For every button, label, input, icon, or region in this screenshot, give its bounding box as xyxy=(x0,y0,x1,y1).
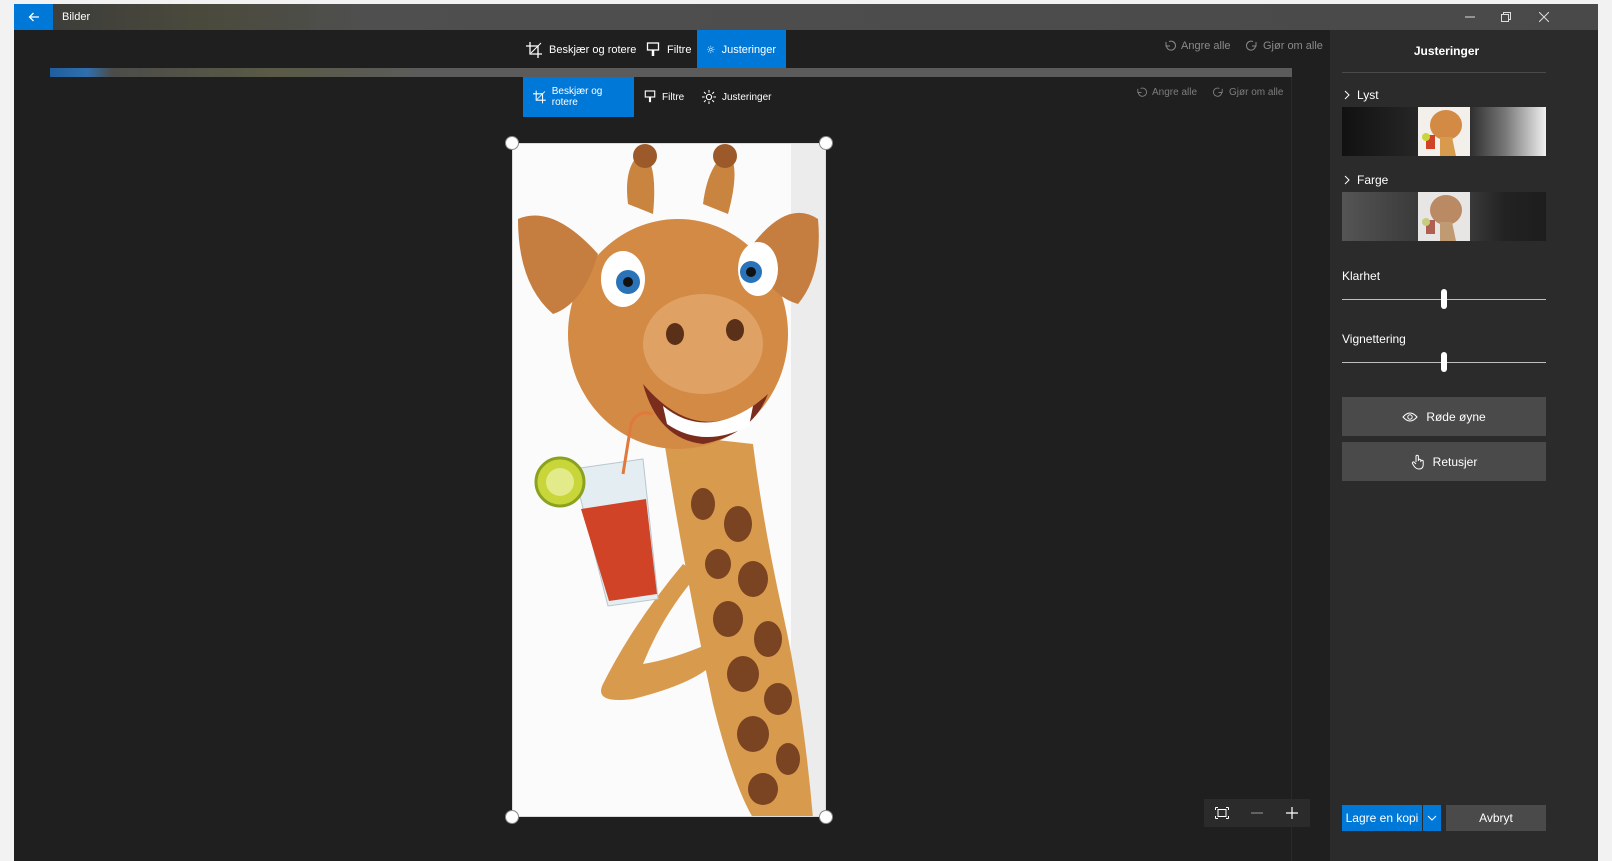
save-copy-button[interactable]: Lagre en kopi xyxy=(1342,805,1422,831)
filter-brush-icon xyxy=(644,90,656,103)
adjustments-panel: Justeringer Lyst Farge Klarhet Vignetter… xyxy=(1330,30,1598,861)
sun-icon xyxy=(707,45,715,54)
zoom-in-icon[interactable] xyxy=(1285,806,1299,820)
color-section-toggle[interactable]: Farge xyxy=(1344,173,1388,187)
fit-to-window-icon[interactable] xyxy=(1214,807,1229,819)
minimize-icon xyxy=(1465,16,1475,18)
redo-icon xyxy=(1246,40,1257,51)
zoom-out-icon[interactable] xyxy=(1250,806,1264,820)
red-eye-button[interactable]: Røde øyne xyxy=(1342,397,1546,436)
inner-undo-all: Angre alle xyxy=(1136,87,1197,98)
inner-redo-all-label: Gjør om alle xyxy=(1229,87,1284,98)
color-label: Farge xyxy=(1357,173,1389,187)
inner-filters-label: Filtre xyxy=(662,91,685,103)
filters-button[interactable]: Filtre xyxy=(636,30,701,69)
redo-icon xyxy=(1213,87,1223,97)
inner-filters-button: Filtre xyxy=(634,77,694,117)
retouch-label: Retusjer xyxy=(1432,454,1478,469)
sun-icon xyxy=(702,90,716,104)
close-button[interactable] xyxy=(1526,4,1562,30)
chevron-right-icon xyxy=(1344,175,1350,185)
adjustments-label: Justeringer xyxy=(721,43,776,56)
light-preview-thumbnail xyxy=(1418,107,1470,156)
crop-icon xyxy=(533,90,546,104)
crop-rotate-button[interactable]: Beskjær og rotere xyxy=(516,30,646,69)
edited-photo[interactable] xyxy=(512,143,826,817)
chevron-down-icon xyxy=(1427,815,1437,821)
crop-icon xyxy=(526,41,542,58)
inner-adjustments-button: Justeringer xyxy=(692,77,781,117)
inner-crop-rotate-tab: Beskjær og rotere xyxy=(523,77,634,117)
undo-icon xyxy=(1137,87,1147,97)
inner-panel-divider xyxy=(1291,77,1292,861)
crop-rotate-label: Beskjær og rotere xyxy=(549,43,637,56)
edit-toolbar: Beskjær og rotere Filtre Justeringer Ang… xyxy=(14,30,1330,70)
inner-adjustments-label: Justeringer xyxy=(722,91,772,103)
crop-handle-bottom-left[interactable] xyxy=(505,810,519,824)
zoom-controls xyxy=(1204,799,1310,827)
panel-divider xyxy=(1342,72,1546,73)
panel-scrollbar-area[interactable] xyxy=(1582,30,1598,861)
inner-crop-rotate-label: Beskjær og rotere xyxy=(551,86,603,108)
app-title: Bilder xyxy=(62,11,91,23)
color-slider-strip[interactable] xyxy=(1342,192,1546,241)
arrow-left-icon xyxy=(28,12,39,22)
retouch-button[interactable]: Retusjer xyxy=(1342,442,1546,481)
clarity-slider-thumb[interactable] xyxy=(1441,289,1447,309)
adjustments-tab[interactable]: Justeringer xyxy=(697,30,786,69)
chevron-right-icon xyxy=(1344,90,1350,100)
vignette-slider-thumb[interactable] xyxy=(1441,352,1447,372)
photos-app-window: Bilder Beskjær og rotere Filtre Justerin… xyxy=(14,4,1598,861)
minimize-button[interactable] xyxy=(1452,4,1488,30)
restore-button[interactable] xyxy=(1488,4,1524,30)
touch-hand-icon xyxy=(1411,454,1424,470)
redo-all-button[interactable]: Gjør om alle xyxy=(1246,40,1323,52)
crop-handle-bottom-right[interactable] xyxy=(819,810,833,824)
light-slider-strip[interactable] xyxy=(1342,107,1546,156)
inner-undo-all-label: Angre alle xyxy=(1152,87,1198,98)
panel-title: Justeringer xyxy=(1413,44,1480,58)
filter-brush-icon xyxy=(646,41,660,56)
giraffe-thumbnail xyxy=(1418,107,1470,156)
cancel-button[interactable]: Avbryt xyxy=(1446,805,1546,831)
inner-title-bar xyxy=(50,68,1292,77)
vignette-label: Vignettering xyxy=(1342,332,1406,346)
giraffe-thumbnail xyxy=(1418,192,1470,241)
color-preview-thumbnail xyxy=(1418,192,1470,241)
crop-handle-top-left[interactable] xyxy=(505,136,519,150)
undo-all-button[interactable]: Angre alle xyxy=(1164,40,1231,52)
undo-all-label: Angre alle xyxy=(1181,40,1231,52)
red-eye-label: Røde øyne xyxy=(1426,409,1486,424)
filters-label: Filtre xyxy=(667,43,692,56)
close-icon xyxy=(1539,12,1549,22)
crop-handle-top-right[interactable] xyxy=(819,136,833,150)
undo-icon xyxy=(1165,40,1176,51)
light-label: Lyst xyxy=(1357,88,1379,102)
back-button[interactable] xyxy=(14,4,53,30)
save-options-dropdown[interactable] xyxy=(1423,805,1441,831)
redo-all-label: Gjør om alle xyxy=(1263,40,1323,52)
light-section-toggle[interactable]: Lyst xyxy=(1344,88,1379,102)
restore-icon xyxy=(1501,12,1511,22)
clarity-label: Klarhet xyxy=(1342,269,1381,283)
title-bar: Bilder xyxy=(14,4,1598,30)
eye-icon xyxy=(1402,412,1418,421)
giraffe-illustration xyxy=(513,144,825,816)
inner-redo-all: Gjør om alle xyxy=(1213,87,1283,98)
